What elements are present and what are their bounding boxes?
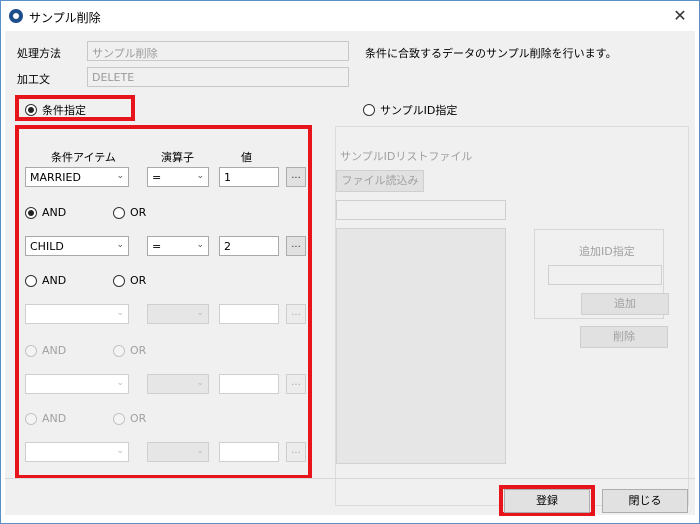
logic-or-label: OR <box>130 344 147 357</box>
condition-mode-radio[interactable]: 条件指定 <box>25 102 86 118</box>
sample-id-mode-label: サンプルID指定 <box>380 104 458 117</box>
add-id-group: 追加ID指定 追加 <box>534 229 669 319</box>
operator-select-1[interactable]: = ⌄ <box>147 167 209 187</box>
value-browse-button-3[interactable]: ... <box>286 304 306 324</box>
add-button[interactable]: 追加 <box>581 293 669 315</box>
value-browse-button-4[interactable]: ... <box>286 374 306 394</box>
close-icon[interactable]: ✕ <box>669 5 691 27</box>
condition-item-select-2[interactable]: CHILD ⌄ <box>25 236 129 256</box>
radio-selected-icon <box>25 206 37 219</box>
logic-and-radio-1[interactable]: AND <box>25 206 66 219</box>
operator-value: = <box>152 171 162 184</box>
add-id-label: 追加ID指定 <box>579 245 635 258</box>
radio-unselected-icon <box>113 412 125 425</box>
logic-or-radio-3[interactable]: OR <box>113 344 146 357</box>
value-input-1[interactable]: 1 <box>219 167 279 187</box>
description-text: 条件に合致するデータのサンプル削除を行います。 <box>365 47 617 60</box>
value-browse-button-1[interactable]: ... <box>286 167 306 187</box>
processing-text-field: DELETE <box>87 67 349 87</box>
radio-unselected-icon <box>363 104 375 116</box>
add-id-input[interactable] <box>548 265 662 285</box>
logic-and-label: AND <box>42 206 67 219</box>
operator-select-5[interactable]: ⌄ <box>147 442 209 462</box>
window-title: サンプル削除 <box>29 11 101 25</box>
load-file-button[interactable]: ファイル読込み <box>336 170 424 192</box>
logic-or-radio-1[interactable]: OR <box>113 206 146 219</box>
close-button[interactable]: 閉じる <box>602 489 688 513</box>
dialog-body: 処理方法 サンプル削除 条件に合致するデータのサンプル削除を行います。 加工文 … <box>5 31 695 516</box>
app-logo-icon <box>9 9 23 23</box>
delete-button[interactable]: 削除 <box>580 326 668 348</box>
register-button[interactable]: 登録 <box>504 489 590 513</box>
chevron-down-icon: ⌄ <box>116 446 124 456</box>
sample-id-list[interactable] <box>336 228 506 464</box>
dialog-window: サンプル削除 ✕ 処理方法 サンプル削除 条件に合致するデータのサンプル削除を行… <box>0 0 700 524</box>
value-browse-button-2[interactable]: ... <box>286 236 306 256</box>
condition-item-select-3[interactable]: ⌄ <box>25 304 129 324</box>
operator-select-3[interactable]: ⌄ <box>147 304 209 324</box>
value-input-4[interactable] <box>219 374 279 394</box>
file-path-field[interactable] <box>336 200 506 220</box>
radio-unselected-icon <box>113 344 125 357</box>
radio-unselected-icon <box>25 412 37 425</box>
chevron-down-icon: ⌄ <box>196 308 204 318</box>
radio-unselected-icon <box>25 274 37 287</box>
chevron-down-icon: ⌄ <box>116 171 124 181</box>
logic-or-radio-4[interactable]: OR <box>113 412 146 425</box>
process-method-field: サンプル削除 <box>87 41 349 61</box>
sample-id-mode-radio[interactable]: サンプルID指定 <box>363 102 457 118</box>
value-input-3[interactable] <box>219 304 279 324</box>
logic-and-label: AND <box>42 344 67 357</box>
title-bar: サンプル削除 ✕ <box>1 1 699 31</box>
column-operator: 演算子 <box>161 151 194 164</box>
logic-and-label: AND <box>42 274 67 287</box>
value-input-5[interactable] <box>219 442 279 462</box>
value-browse-button-5[interactable]: ... <box>286 442 306 462</box>
logic-and-label: AND <box>42 412 67 425</box>
chevron-down-icon: ⌄ <box>196 240 204 250</box>
condition-item-select-4[interactable]: ⌄ <box>25 374 129 394</box>
condition-item-select-1[interactable]: MARRIED ⌄ <box>25 167 129 187</box>
process-method-label: 処理方法 <box>17 47 61 60</box>
column-value: 値 <box>241 151 252 164</box>
radio-unselected-icon <box>113 206 125 219</box>
processing-text-label: 加工文 <box>17 73 50 86</box>
logic-or-label: OR <box>130 274 147 287</box>
radio-unselected-icon <box>25 344 37 357</box>
logic-and-radio-3[interactable]: AND <box>25 344 66 357</box>
logic-and-radio-2[interactable]: AND <box>25 274 66 287</box>
radio-unselected-icon <box>113 274 125 287</box>
chevron-down-icon: ⌄ <box>196 378 204 388</box>
operator-value: = <box>152 240 162 253</box>
chevron-down-icon: ⌄ <box>196 446 204 456</box>
radio-selected-icon <box>25 104 37 116</box>
condition-item-select-5[interactable]: ⌄ <box>25 442 129 462</box>
chevron-down-icon: ⌄ <box>116 308 124 318</box>
condition-item-value: MARRIED <box>30 171 81 184</box>
operator-select-4[interactable]: ⌄ <box>147 374 209 394</box>
condition-mode-label: 条件指定 <box>42 104 86 117</box>
sample-id-panel: サンプルIDリストファイル ファイル読込み 追加ID指定 追加 削除 <box>335 126 689 506</box>
chevron-down-icon: ⌄ <box>196 171 204 181</box>
logic-or-radio-2[interactable]: OR <box>113 274 146 287</box>
footer-divider <box>5 478 695 479</box>
chevron-down-icon: ⌄ <box>116 240 124 250</box>
chevron-down-icon: ⌄ <box>116 378 124 388</box>
logic-or-label: OR <box>130 412 147 425</box>
column-condition-item: 条件アイテム <box>51 151 116 164</box>
condition-item-value: CHILD <box>30 240 64 253</box>
logic-or-label: OR <box>130 206 147 219</box>
value-input-2[interactable]: 2 <box>219 236 279 256</box>
list-file-label: サンプルIDリストファイル <box>340 150 473 163</box>
operator-select-2[interactable]: = ⌄ <box>147 236 209 256</box>
logic-and-radio-4[interactable]: AND <box>25 412 66 425</box>
